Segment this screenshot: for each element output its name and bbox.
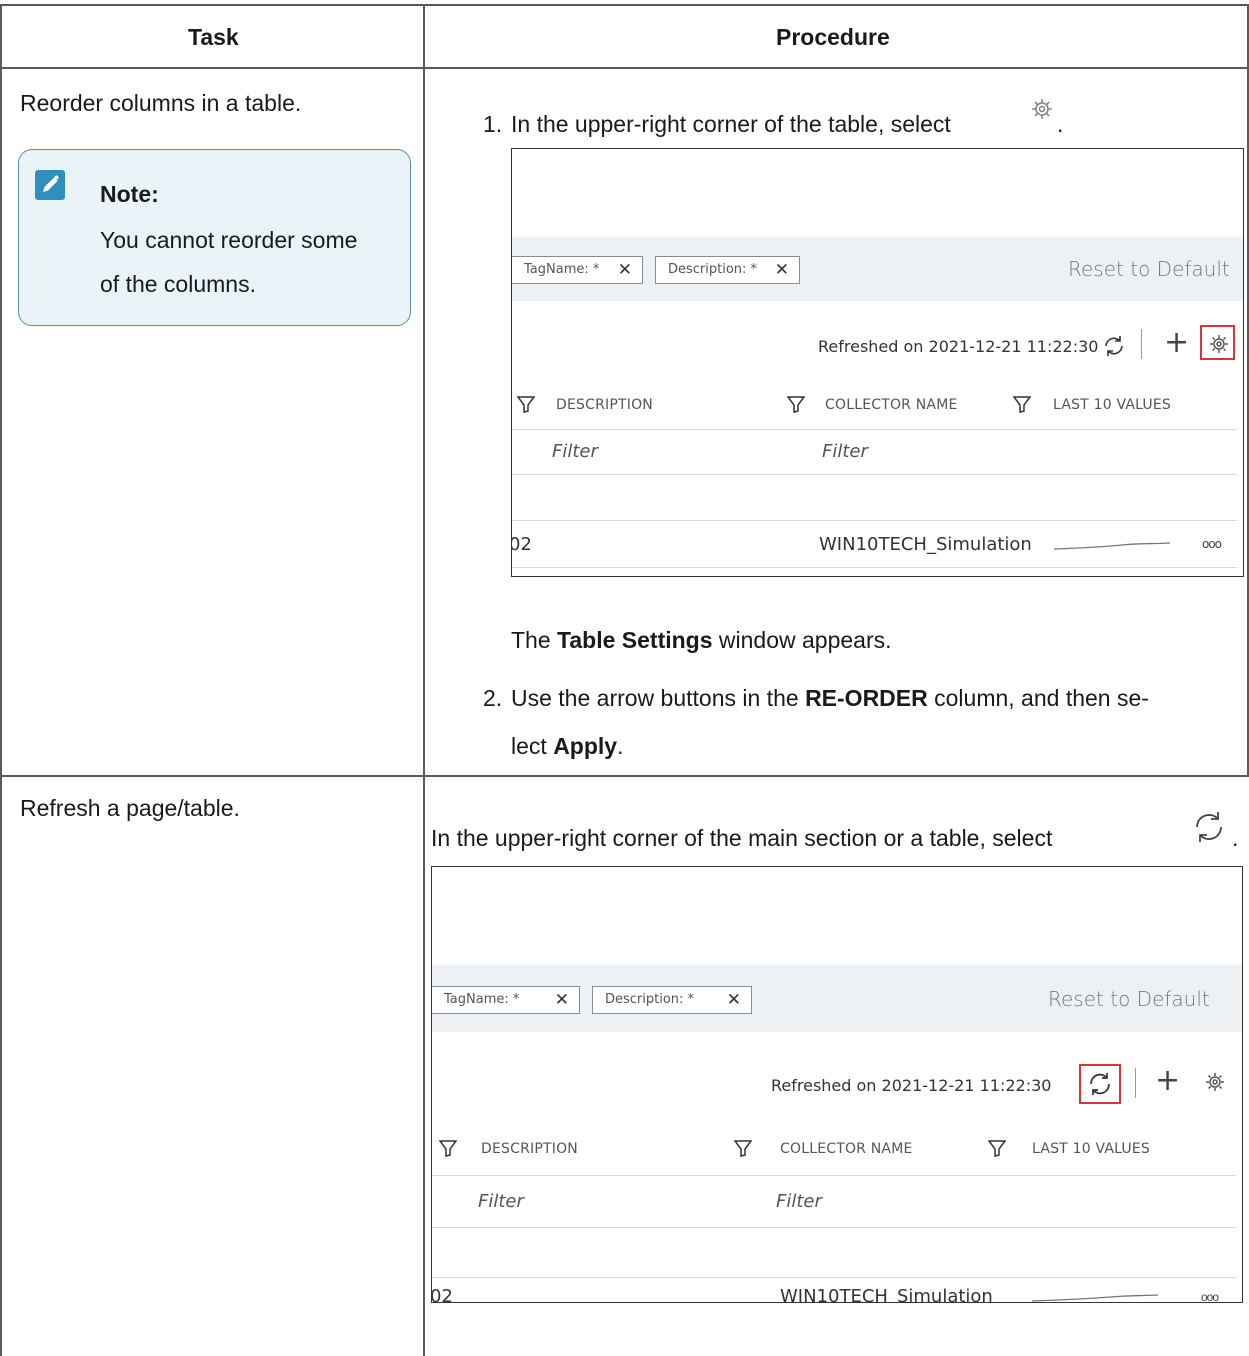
filter-input-collector[interactable]: Filter bbox=[822, 441, 868, 462]
refreshed-timestamp: Refreshed on 2021-12-21 11:22:30 bbox=[818, 337, 1099, 356]
filter-rule bbox=[512, 474, 1237, 475]
filter-funnel-icon[interactable] bbox=[1012, 395, 1032, 413]
close-icon: ✕ bbox=[554, 990, 569, 1010]
sentence-part: window appears. bbox=[712, 627, 892, 653]
close-icon: ✕ bbox=[774, 260, 789, 280]
row-rule-bottom bbox=[512, 567, 1237, 568]
filter-funnel-icon[interactable] bbox=[733, 1139, 753, 1157]
filter-input-description[interactable]: Filter bbox=[478, 1191, 524, 1212]
step-2-part: Use the arrow buttons in the bbox=[511, 685, 806, 711]
row-collector-name: WIN10TECH_Simulation bbox=[819, 534, 1032, 555]
table-column-divider bbox=[423, 4, 425, 1356]
table-border-top bbox=[0, 4, 1249, 6]
screenshot-settings: TagName: * ✕ Description: * ✕ Reset to Def… bbox=[511, 148, 1244, 577]
step-2-part: . bbox=[617, 733, 624, 759]
table-settings-sentence: The Table Settings window appears. bbox=[511, 625, 892, 655]
refresh-highlight bbox=[1079, 1064, 1121, 1104]
toolbar-divider bbox=[1141, 329, 1142, 359]
note-title: Note: bbox=[100, 181, 159, 207]
refresh-period: . bbox=[1232, 825, 1239, 851]
step-2-line-1: Use the arrow buttons in the RE-ORDER co… bbox=[511, 683, 1149, 713]
filter-input-description[interactable]: Filter bbox=[552, 441, 598, 462]
note-box: Note: You cannot reorder some of the col… bbox=[18, 149, 411, 326]
filter-funnel-icon[interactable] bbox=[438, 1139, 458, 1157]
chip-description: Description: * ✕ bbox=[592, 986, 752, 1014]
filter-funnel-icon[interactable] bbox=[987, 1139, 1007, 1157]
table-header-separator bbox=[0, 67, 1249, 69]
step-2-part: lect bbox=[511, 733, 554, 759]
chip-tagname-label: TagName: * bbox=[524, 262, 600, 277]
header-procedure: Procedure bbox=[776, 24, 890, 50]
note-line-2: of the columns. bbox=[100, 271, 256, 297]
note-line-1: You cannot reorder some bbox=[100, 227, 358, 253]
refreshed-timestamp: Refreshed on 2021-12-21 11:22:30 bbox=[771, 1076, 1052, 1095]
table-settings-bold: Table Settings bbox=[557, 627, 713, 653]
row-rule-top bbox=[512, 520, 1237, 521]
more-options-icon[interactable]: ooo bbox=[1202, 537, 1222, 551]
reset-to-default-link[interactable]: Reset to Default bbox=[1068, 257, 1230, 281]
column-header-last-10-values[interactable]: LAST 10 VALUES bbox=[1032, 1141, 1150, 1157]
settings-gear-icon[interactable] bbox=[1204, 1071, 1226, 1093]
column-header-description[interactable]: DESCRIPTION bbox=[556, 397, 653, 413]
step-1-number: 1. bbox=[483, 111, 503, 137]
apply-bold: Apply bbox=[553, 733, 618, 759]
step-2-part: column, and then se- bbox=[927, 685, 1149, 711]
header-task: Task bbox=[188, 24, 239, 50]
screenshot-refresh: TagName: * ✕ Description: * ✕ Reset to Def… bbox=[431, 866, 1243, 1303]
reorder-bold: RE-ORDER bbox=[805, 685, 928, 711]
chip-description-label: Description: * bbox=[605, 992, 695, 1007]
column-header-description[interactable]: DESCRIPTION bbox=[481, 1141, 578, 1157]
header-rule bbox=[512, 429, 1237, 430]
more-options-icon[interactable]: ooo bbox=[1201, 1290, 1219, 1304]
step-1-text: In the upper-right corner of the table, … bbox=[511, 111, 951, 137]
row-rule-top bbox=[432, 1277, 1236, 1278]
filter-input-collector[interactable]: Filter bbox=[776, 1191, 822, 1212]
step-2-line-2: lect Apply. bbox=[511, 731, 623, 761]
row-collector-name: WIN10TECH_Simulation bbox=[780, 1286, 993, 1303]
sparkline bbox=[1030, 1289, 1160, 1305]
add-icon[interactable]: + bbox=[1164, 328, 1189, 358]
table-border-right bbox=[1247, 4, 1249, 776]
chip-description: Description: * ✕ bbox=[655, 256, 800, 284]
step-1-period: . bbox=[1057, 111, 1064, 137]
refresh-instruction: In the upper-right corner of the main se… bbox=[431, 825, 1053, 851]
add-icon[interactable]: + bbox=[1155, 1066, 1180, 1096]
table-border-left bbox=[0, 4, 2, 1356]
chip-tagname: TagName: * ✕ bbox=[432, 986, 580, 1014]
filter-funnel-icon[interactable] bbox=[516, 395, 536, 413]
chip-description-label: Description: * bbox=[668, 262, 758, 277]
refresh-icon[interactable] bbox=[1101, 333, 1127, 359]
filter-rule bbox=[432, 1227, 1236, 1228]
row-id-partial: 02 bbox=[511, 534, 532, 555]
close-icon: ✕ bbox=[726, 990, 741, 1010]
header-rule bbox=[432, 1175, 1236, 1176]
step-2-number: 2. bbox=[483, 685, 503, 711]
settings-highlight bbox=[1200, 325, 1235, 360]
column-header-collector-name[interactable]: COLLECTOR NAME bbox=[780, 1141, 913, 1157]
filter-funnel-icon[interactable] bbox=[786, 395, 806, 413]
reset-to-default-link[interactable]: Reset to Default bbox=[1048, 987, 1210, 1011]
chip-tagname-label: TagName: * bbox=[444, 992, 520, 1007]
task-reorder-columns: Reorder columns in a table. bbox=[20, 90, 302, 116]
row-id-partial: 02 bbox=[431, 1286, 453, 1303]
refresh-icon bbox=[1190, 808, 1228, 846]
settings-gear-icon bbox=[1027, 96, 1057, 122]
sparkline bbox=[1052, 537, 1172, 553]
task-refresh: Refresh a page/table. bbox=[20, 795, 240, 821]
column-header-last-10-values[interactable]: LAST 10 VALUES bbox=[1053, 397, 1171, 413]
pencil-note-icon bbox=[35, 170, 65, 200]
close-icon: ✕ bbox=[617, 260, 632, 280]
column-header-collector-name[interactable]: COLLECTOR NAME bbox=[825, 397, 958, 413]
chip-tagname: TagName: * ✕ bbox=[512, 256, 643, 284]
sentence-part: The bbox=[511, 627, 558, 653]
table-row-separator bbox=[0, 775, 1249, 777]
toolbar-divider bbox=[1135, 1068, 1136, 1098]
